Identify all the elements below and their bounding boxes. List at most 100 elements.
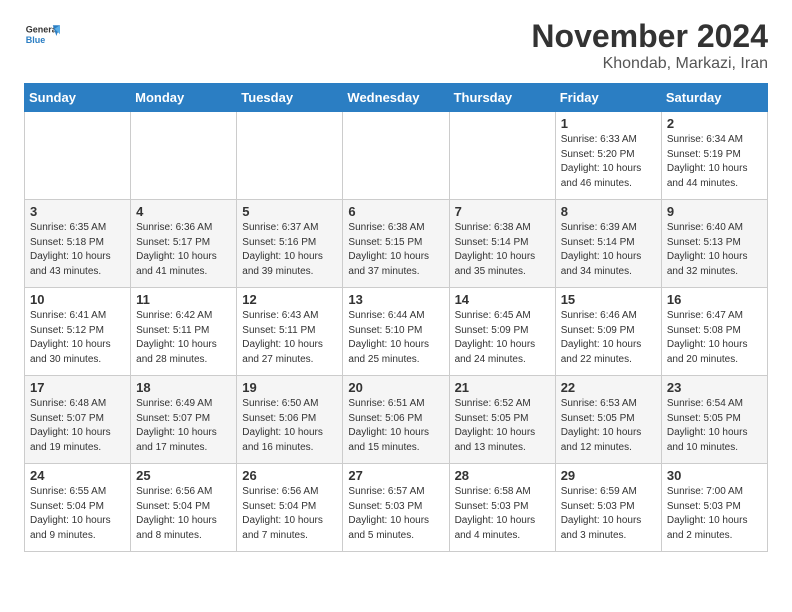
calendar-week-row: 17Sunrise: 6:48 AMSunset: 5:07 PMDayligh…	[25, 376, 768, 464]
calendar-cell	[131, 112, 237, 200]
day-number: 21	[455, 380, 550, 395]
calendar-week-row: 10Sunrise: 6:41 AMSunset: 5:12 PMDayligh…	[25, 288, 768, 376]
day-number: 2	[667, 116, 762, 131]
day-info: Sunrise: 6:57 AMSunset: 5:03 PMDaylight:…	[348, 485, 443, 543]
day-info: Sunrise: 6:58 AMSunset: 5:03 PMDaylight:…	[455, 485, 550, 543]
calendar-week-row: 24 Sunrise: 6:55 AMSunset: 5:04 PMDayligh…	[25, 464, 768, 552]
day-number: 11	[136, 292, 231, 307]
day-info: Sunrise: 6:33 AMSunset: 5:20 PMDaylight:…	[561, 133, 656, 191]
day-info: Sunrise: 6:35 AMSunset: 5:18 PMDaylight:…	[30, 221, 125, 279]
day-info: Sunrise: 6:37 AMSunset: 5:16 PMDaylight:…	[242, 221, 337, 279]
weekday-header-tuesday: Tuesday	[237, 84, 343, 112]
calendar-header: SundayMondayTuesdayWednesdayThursdayFrid…	[25, 84, 768, 112]
calendar-cell: 26 Sunrise: 6:56 AMSunset: 5:04 PMDayligh…	[237, 464, 343, 552]
day-number: 25	[136, 468, 231, 483]
day-number: 10	[30, 292, 125, 307]
calendar-cell: 20 Sunrise: 6:51 AMSunset: 5:06 PMDayligh…	[343, 376, 449, 464]
day-info: Sunrise: 6:44 AMSunset: 5:10 PMDaylight:…	[348, 309, 443, 367]
day-number: 18	[136, 380, 231, 395]
day-info: Sunrise: 7:00 AMSunset: 5:03 PMDaylight:…	[667, 485, 762, 543]
day-info: Sunrise: 6:59 AMSunset: 5:03 PMDaylight:…	[561, 485, 656, 543]
day-number: 22	[561, 380, 656, 395]
calendar-cell: 6 Sunrise: 6:38 AMSunset: 5:15 PMDaylight…	[343, 200, 449, 288]
day-number: 29	[561, 468, 656, 483]
calendar-cell: 17Sunrise: 6:48 AMSunset: 5:07 PMDayligh…	[25, 376, 131, 464]
day-info: Sunrise: 6:56 AMSunset: 5:04 PMDaylight:…	[242, 485, 337, 543]
day-number: 24	[30, 468, 125, 483]
day-number: 1	[561, 116, 656, 131]
day-number: 15	[561, 292, 656, 307]
weekday-header-wednesday: Wednesday	[343, 84, 449, 112]
calendar-cell: 19Sunrise: 6:50 AMSunset: 5:06 PMDayligh…	[237, 376, 343, 464]
weekday-header-monday: Monday	[131, 84, 237, 112]
day-number: 6	[348, 204, 443, 219]
calendar-cell: 15 Sunrise: 6:46 AMSunset: 5:09 PMDayligh…	[555, 288, 661, 376]
calendar-cell: 8Sunrise: 6:39 AMSunset: 5:14 PMDaylight…	[555, 200, 661, 288]
calendar-cell: 12 Sunrise: 6:43 AMSunset: 5:11 PMDayligh…	[237, 288, 343, 376]
day-info: Sunrise: 6:43 AMSunset: 5:11 PMDaylight:…	[242, 309, 337, 367]
calendar-cell: 21 Sunrise: 6:52 AMSunset: 5:05 PMDayligh…	[449, 376, 555, 464]
day-info: Sunrise: 6:42 AMSunset: 5:11 PMDaylight:…	[136, 309, 231, 367]
header: General Blue November 2024 Khondab, Mark…	[0, 0, 792, 83]
general-blue-icon: General Blue	[24, 18, 60, 54]
calendar-cell: 13 Sunrise: 6:44 AMSunset: 5:10 PMDayligh…	[343, 288, 449, 376]
day-info: Sunrise: 6:50 AMSunset: 5:06 PMDaylight:…	[242, 397, 337, 455]
calendar-cell	[343, 112, 449, 200]
day-info: Sunrise: 6:56 AMSunset: 5:04 PMDaylight:…	[136, 485, 231, 543]
day-info: Sunrise: 6:38 AMSunset: 5:15 PMDaylight:…	[348, 221, 443, 279]
calendar-cell: 14Sunrise: 6:45 AMSunset: 5:09 PMDayligh…	[449, 288, 555, 376]
day-number: 12	[242, 292, 337, 307]
day-info: Sunrise: 6:52 AMSunset: 5:05 PMDaylight:…	[455, 397, 550, 455]
day-number: 23	[667, 380, 762, 395]
weekday-header-friday: Friday	[555, 84, 661, 112]
calendar-cell: 27 Sunrise: 6:57 AMSunset: 5:03 PMDayligh…	[343, 464, 449, 552]
day-number: 27	[348, 468, 443, 483]
day-info: Sunrise: 6:40 AMSunset: 5:13 PMDaylight:…	[667, 221, 762, 279]
day-info: Sunrise: 6:36 AMSunset: 5:17 PMDaylight:…	[136, 221, 231, 279]
calendar-cell: 11 Sunrise: 6:42 AMSunset: 5:11 PMDayligh…	[131, 288, 237, 376]
calendar-cell: 18 Sunrise: 6:49 AMSunset: 5:07 PMDayligh…	[131, 376, 237, 464]
day-number: 26	[242, 468, 337, 483]
calendar-cell: 30 Sunrise: 7:00 AMSunset: 5:03 PMDayligh…	[661, 464, 767, 552]
day-info: Sunrise: 6:39 AMSunset: 5:14 PMDaylight:…	[561, 221, 656, 279]
calendar-cell: 7 Sunrise: 6:38 AMSunset: 5:14 PMDaylight…	[449, 200, 555, 288]
calendar-cell	[25, 112, 131, 200]
day-number: 4	[136, 204, 231, 219]
day-info: Sunrise: 6:55 AMSunset: 5:04 PMDaylight:…	[30, 485, 125, 543]
calendar-cell	[449, 112, 555, 200]
calendar-table: SundayMondayTuesdayWednesdayThursdayFrid…	[24, 83, 768, 552]
weekday-header-row: SundayMondayTuesdayWednesdayThursdayFrid…	[25, 84, 768, 112]
day-number: 16	[667, 292, 762, 307]
calendar-container: SundayMondayTuesdayWednesdayThursdayFrid…	[0, 83, 792, 568]
calendar-cell	[237, 112, 343, 200]
calendar-cell: 23 Sunrise: 6:54 AMSunset: 5:05 PMDayligh…	[661, 376, 767, 464]
day-info: Sunrise: 6:54 AMSunset: 5:05 PMDaylight:…	[667, 397, 762, 455]
day-number: 13	[348, 292, 443, 307]
day-info: Sunrise: 6:53 AMSunset: 5:05 PMDaylight:…	[561, 397, 656, 455]
weekday-header-saturday: Saturday	[661, 84, 767, 112]
day-number: 20	[348, 380, 443, 395]
calendar-cell: 24 Sunrise: 6:55 AMSunset: 5:04 PMDayligh…	[25, 464, 131, 552]
calendar-cell: 29 Sunrise: 6:59 AMSunset: 5:03 PMDayligh…	[555, 464, 661, 552]
calendar-cell: 9 Sunrise: 6:40 AMSunset: 5:13 PMDaylight…	[661, 200, 767, 288]
day-number: 5	[242, 204, 337, 219]
day-info: Sunrise: 6:34 AMSunset: 5:19 PMDaylight:…	[667, 133, 762, 191]
day-number: 30	[667, 468, 762, 483]
day-number: 7	[455, 204, 550, 219]
day-info: Sunrise: 6:49 AMSunset: 5:07 PMDaylight:…	[136, 397, 231, 455]
calendar-cell: 2 Sunrise: 6:34 AMSunset: 5:19 PMDaylight…	[661, 112, 767, 200]
day-number: 9	[667, 204, 762, 219]
calendar-cell: 3Sunrise: 6:35 AMSunset: 5:18 PMDaylight…	[25, 200, 131, 288]
day-info: Sunrise: 6:51 AMSunset: 5:06 PMDaylight:…	[348, 397, 443, 455]
day-info: Sunrise: 6:38 AMSunset: 5:14 PMDaylight:…	[455, 221, 550, 279]
day-number: 17	[30, 380, 125, 395]
calendar-cell: 22 Sunrise: 6:53 AMSunset: 5:05 PMDayligh…	[555, 376, 661, 464]
calendar-week-row: 1 Sunrise: 6:33 AMSunset: 5:20 PMDaylight…	[25, 112, 768, 200]
calendar-cell: 16Sunrise: 6:47 AMSunset: 5:08 PMDayligh…	[661, 288, 767, 376]
day-info: Sunrise: 6:46 AMSunset: 5:09 PMDaylight:…	[561, 309, 656, 367]
logo: General Blue	[24, 18, 60, 54]
location-subtitle: Khondab, Markazi, Iran	[531, 55, 768, 73]
month-title: November 2024	[531, 18, 768, 55]
calendar-cell: 28Sunrise: 6:58 AMSunset: 5:03 PMDayligh…	[449, 464, 555, 552]
calendar-cell: 4 Sunrise: 6:36 AMSunset: 5:17 PMDaylight…	[131, 200, 237, 288]
